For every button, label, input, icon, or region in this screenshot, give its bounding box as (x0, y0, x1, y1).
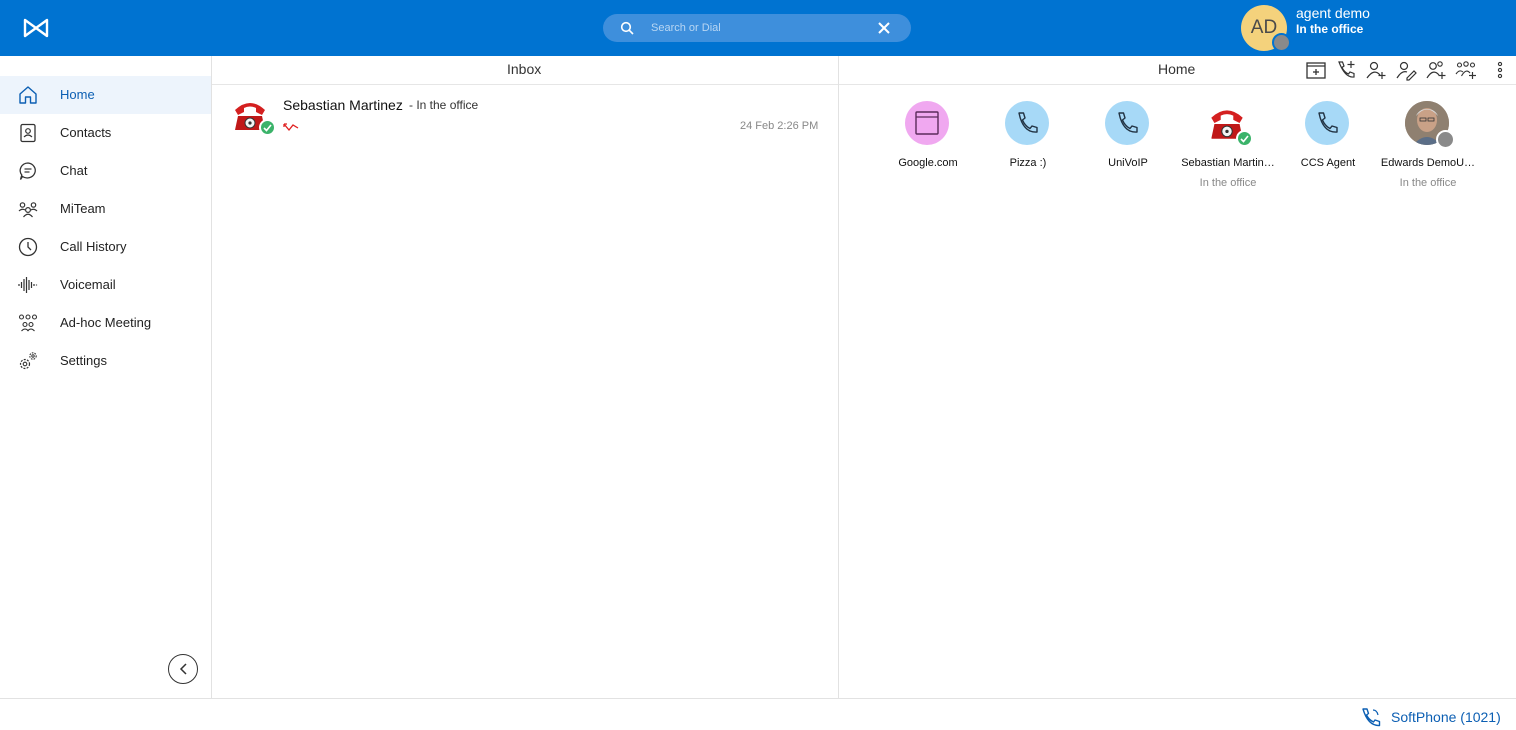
softphone-status[interactable]: SoftPhone (1021) (1391, 709, 1501, 725)
sidebar-item-miteam[interactable]: MiTeam (0, 190, 211, 228)
sidebar-item-label: Settings (60, 353, 107, 368)
add-tile-icon[interactable] (1305, 59, 1327, 81)
home-panel: Home Google.com Pizza:) UniVoIP Sebasti… (839, 56, 1516, 698)
search-icon (620, 21, 634, 35)
user-status[interactable]: In the office (1296, 22, 1363, 36)
chevron-left-icon (179, 663, 187, 675)
tile-name: CCS Agent (1300, 157, 1356, 169)
presence-indicator (1236, 130, 1253, 147)
sidebar-item-label: Home (60, 87, 95, 102)
mitel-logo-icon[interactable] (22, 16, 50, 40)
presence-indicator (1436, 130, 1455, 149)
contact-name: Sebastian Martinez (283, 97, 403, 113)
home-header: Home (839, 56, 1516, 85)
favorite-tile[interactable]: Sebastian Martin… In the office (1178, 101, 1278, 201)
home-icon (19, 86, 37, 104)
tile-avatar (1305, 101, 1349, 145)
favorite-tile[interactable]: UniVoIP (1078, 101, 1178, 201)
favorite-tile[interactable]: Pizza :) (978, 101, 1078, 201)
add-call-icon[interactable] (1335, 59, 1357, 81)
tile-status: In the office (1399, 177, 1457, 189)
sidebar-item-settings[interactable]: Settings (0, 342, 211, 380)
sidebar-item-label: Contacts (60, 125, 112, 140)
checkmark-icon (1240, 135, 1249, 143)
add-contact-icon[interactable] (1365, 59, 1387, 81)
presence-indicator (259, 119, 276, 136)
sidebar-item-label: Voicemail (60, 277, 116, 292)
inbox-panel: Inbox Sebastian Martinez - In the office… (212, 56, 839, 698)
sidebar-item-chat[interactable]: Chat (0, 152, 211, 190)
checkmark-icon (263, 124, 272, 132)
tile-name: UniVoIP (1108, 157, 1148, 169)
tile-name: Sebastian Martin… (1181, 157, 1275, 169)
phone-icon (1018, 112, 1038, 133)
add-user-icon[interactable] (1425, 59, 1447, 81)
phone-icon (1118, 112, 1138, 133)
presence-indicator (1272, 33, 1291, 52)
sidebar-item-call-history[interactable]: Call History (0, 228, 211, 266)
chat-bubble-icon (19, 162, 36, 180)
contacts-book-icon (20, 123, 36, 143)
sidebar-item-home[interactable]: Home (0, 76, 211, 114)
inbox-header: Inbox (212, 56, 838, 85)
user-name[interactable]: agent demo (1296, 5, 1370, 21)
status-bar: SoftPhone (1021) (0, 698, 1516, 730)
tile-name: Pizza :) (1009, 157, 1047, 169)
list-item[interactable]: Sebastian Martinez - In the office 24 Fe… (212, 86, 838, 146)
phone-icon (1318, 112, 1338, 133)
more-options-icon[interactable] (1489, 59, 1511, 81)
panel-title: Inbox (507, 61, 542, 77)
search-input[interactable] (651, 18, 871, 38)
tile-status: In the office (1199, 177, 1257, 189)
top-bar: AD agent demo In the office (0, 0, 1516, 56)
tile-name: Edwards DemoU… (1380, 157, 1476, 169)
tile-avatar (1005, 101, 1049, 145)
sidebar-item-contacts[interactable]: Contacts (0, 114, 211, 152)
sidebar-item-label: Call History (60, 239, 127, 254)
timestamp: 24 Feb 2:26 PM (740, 120, 819, 132)
voicemail-waveform-icon (18, 277, 38, 293)
panel-title: Home (1158, 61, 1196, 77)
sidebar-item-label: Chat (60, 163, 88, 178)
close-icon[interactable] (877, 21, 891, 35)
sidebar-item-label: Ad-hoc Meeting (60, 315, 152, 330)
favorite-tile[interactable]: CCS Agent (1278, 101, 1378, 201)
add-group-icon[interactable] (1455, 59, 1477, 81)
contact-status: - In the office (409, 98, 479, 112)
team-icon (18, 202, 38, 218)
meeting-group-icon (18, 314, 38, 332)
sidebar-item-voicemail[interactable]: Voicemail (0, 266, 211, 304)
web-page-icon (915, 111, 939, 135)
collapse-sidebar-button[interactable] (168, 654, 198, 684)
favorite-tile[interactable]: Google.com (878, 101, 978, 201)
search-bar (603, 14, 911, 42)
sidebar-item-adhoc-meeting[interactable]: Ad-hoc Meeting (0, 304, 211, 342)
gears-icon (19, 352, 37, 370)
edit-contact-icon[interactable] (1395, 59, 1417, 81)
tile-avatar (1105, 101, 1149, 145)
sidebar: Home Contacts Chat MiTeam Call History V… (0, 56, 212, 698)
favorite-tile[interactable]: Edwards DemoU… In the office (1378, 101, 1478, 201)
missed-call-icon (283, 123, 299, 132)
tile-name: Google.com (898, 157, 958, 169)
softphone-icon[interactable] (1360, 706, 1382, 728)
tile-avatar (905, 101, 949, 145)
clock-icon (18, 237, 38, 257)
sidebar-item-label: MiTeam (60, 201, 106, 216)
